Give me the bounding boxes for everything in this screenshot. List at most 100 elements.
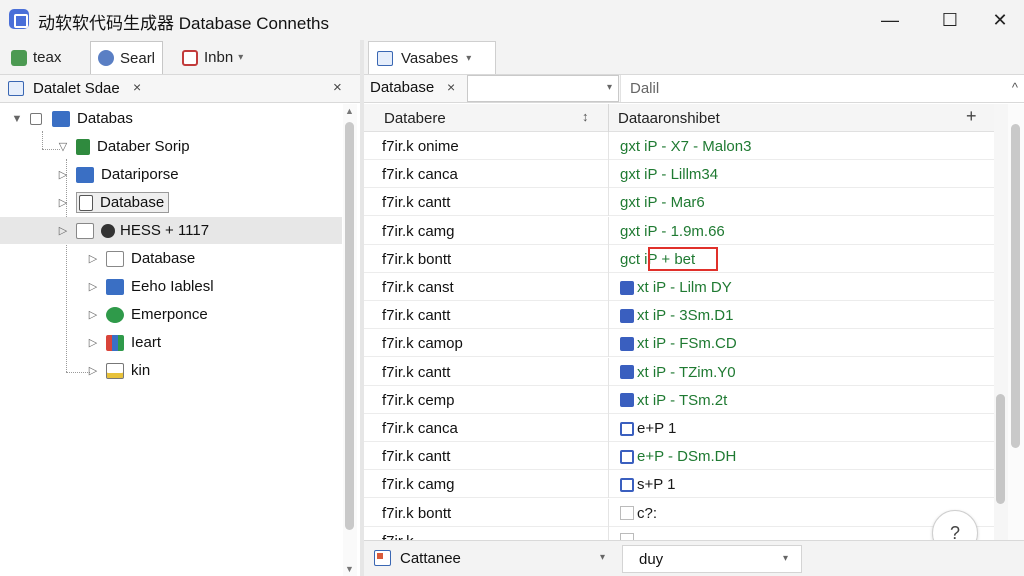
- table-row[interactable]: f7ir.k canst xt iP - Lilm DY: [364, 273, 994, 301]
- filter-icon: [76, 138, 90, 155]
- cell-name: f7ir.k cemp: [382, 391, 455, 409]
- filter-input[interactable]: Dalil ^: [620, 75, 1024, 102]
- outer-scrollbar[interactable]: [1008, 104, 1024, 540]
- collapse-icon[interactable]: ▼: [10, 113, 24, 125]
- tree-node-label: Eeho Iablesl: [131, 278, 214, 295]
- cell-value-text: e+P 1: [637, 420, 677, 437]
- toolbar-teax-button[interactable]: teax: [4, 41, 68, 74]
- collapse-icon[interactable]: ▽: [56, 140, 70, 153]
- tree-node-databas[interactable]: ▼ Databas: [10, 105, 133, 132]
- table-row[interactable]: f7ir.k camg s+P 1: [364, 470, 994, 499]
- table-row[interactable]: f7ir.k canca gxt iP - Lillm34: [364, 160, 994, 189]
- tree-node-kin[interactable]: ▷ kin: [86, 357, 150, 384]
- cell-value-text: xt iP - 3Sm.D1: [637, 307, 734, 325]
- note-icon: [106, 362, 124, 379]
- checkbox-icon[interactable]: [620, 421, 634, 436]
- filter-combobox[interactable]: ▾: [467, 75, 619, 102]
- cell-name: f7ir.k bontt: [382, 250, 452, 268]
- toolbar-inbn-button[interactable]: Inbn ▾: [175, 41, 250, 74]
- cell-value-text: xt iP - TZim.Y0: [637, 363, 736, 381]
- expand-icon[interactable]: ▷: [86, 336, 100, 349]
- checkbox-icon[interactable]: [620, 506, 634, 521]
- checkbox-icon[interactable]: [30, 112, 42, 125]
- checkbox-icon[interactable]: [620, 449, 634, 464]
- filter-database-label[interactable]: Database: [370, 79, 434, 96]
- table-row[interactable]: f7ir.k onime gxt iP - X7 - Malon3: [364, 132, 994, 160]
- table-row[interactable]: f7ir.k cantt xt iP - TZim.Y0: [364, 357, 994, 386]
- chevron-up-icon[interactable]: ^: [1012, 80, 1018, 95]
- cell-value: e+P - DSm.DH: [620, 448, 736, 465]
- scroll-up-icon[interactable]: ▲: [345, 106, 354, 116]
- table-row[interactable]: f7ir.k camop xt iP - FSm.CD: [364, 329, 994, 358]
- explorer-tab-close-icon[interactable]: ×: [133, 79, 141, 95]
- table-row[interactable]: f7ir.k cantt gxt iP - Mar6: [364, 188, 994, 217]
- panel-close-icon[interactable]: ×: [333, 79, 342, 96]
- maximize-button[interactable]: ☐: [930, 4, 970, 36]
- expand-icon[interactable]: ▷: [56, 196, 70, 209]
- cell-value: xt iP - 3Sm.D1: [620, 307, 733, 324]
- checkbox-icon[interactable]: [620, 477, 634, 492]
- bottom-combobox[interactable]: duy ▾: [622, 545, 802, 573]
- table-row[interactable]: f7ir.k cantt xt iP - 3Sm.D1: [364, 301, 994, 330]
- filter-input-value: Dalil: [630, 80, 660, 97]
- grid-scrollbar[interactable]: [994, 104, 1008, 540]
- tab-vasabes[interactable]: Vasabes ▾: [368, 41, 496, 74]
- table-row[interactable]: f7ir.k canca e+P 1: [364, 414, 994, 442]
- column-divider[interactable]: [608, 104, 609, 132]
- tree-node-ieart[interactable]: ▷ Ieart: [86, 329, 161, 356]
- grid-header: Databere ↕ Dataaronshibet +: [364, 104, 994, 132]
- sort-icon[interactable]: ↕: [582, 109, 589, 124]
- expand-icon[interactable]: ▷: [86, 252, 100, 265]
- toolbar-search-button[interactable]: Searl: [90, 41, 164, 74]
- bottom-connection-label[interactable]: Cattanee: [400, 550, 461, 567]
- cell-divider: [608, 526, 609, 540]
- filter-clear-icon[interactable]: ×: [447, 79, 455, 95]
- cell-value: e+P 1: [620, 420, 676, 437]
- cell-value-text: c?:: [637, 504, 658, 522]
- expand-icon[interactable]: ▷: [86, 308, 100, 321]
- cell-value-text: gxt iP - Lillm34: [620, 166, 719, 184]
- expand-icon[interactable]: ▷: [56, 224, 70, 237]
- cell-name: f7ir.k onime: [382, 138, 459, 155]
- expand-icon[interactable]: ▷: [56, 168, 70, 181]
- tree-node-emerponce[interactable]: ▷ Emerponce: [86, 301, 208, 328]
- scroll-down-icon[interactable]: ▼: [345, 564, 354, 574]
- chevron-down-icon[interactable]: ▾: [238, 52, 243, 63]
- tree-node-database-2[interactable]: ▷ Database: [86, 245, 195, 272]
- checkbox-icon[interactable]: [620, 532, 634, 540]
- table-row[interactable]: f7ir.k bontt c?:: [364, 498, 994, 527]
- tree-node-label: kin: [131, 362, 151, 379]
- column-header-databere[interactable]: Databere: [384, 110, 446, 127]
- table-row[interactable]: f7ir.k cemp xt iP - TSm.2t: [364, 385, 994, 414]
- chevron-down-icon[interactable]: ▾: [600, 552, 605, 563]
- chevron-down-icon[interactable]: ▾: [607, 82, 612, 93]
- tree-scrollbar-thumb[interactable]: [345, 122, 354, 530]
- cell-divider: [608, 329, 609, 358]
- tree-scrollbar[interactable]: ▲ ▼: [343, 104, 357, 576]
- expand-icon[interactable]: ▷: [86, 364, 100, 377]
- tree-node-label: Emerponce: [131, 306, 208, 323]
- cell-divider: [608, 301, 609, 330]
- minimize-button[interactable]: —: [870, 4, 910, 36]
- chevron-down-icon[interactable]: ▾: [466, 53, 471, 64]
- table-row[interactable]: f7ir.k: [364, 526, 994, 540]
- tree-node-database[interactable]: ▷ Database: [56, 189, 170, 216]
- explorer-tab-label[interactable]: Datalet Sdae: [33, 80, 120, 97]
- tree-node-databer-sorip[interactable]: ▽ Databer Sorip: [56, 133, 190, 160]
- tree-node-datariporse[interactable]: ▷ Datariporse: [56, 161, 179, 188]
- column-header-dataaronshibet[interactable]: Dataaronshibet: [618, 110, 720, 127]
- table-icon: [8, 81, 24, 96]
- chevron-down-icon[interactable]: ▾: [783, 553, 788, 564]
- outer-scrollbar-thumb[interactable]: [1011, 124, 1020, 448]
- close-button[interactable]: ✕: [980, 4, 1020, 36]
- grid-scrollbar-thumb[interactable]: [996, 394, 1005, 504]
- expand-icon[interactable]: ▷: [86, 280, 100, 293]
- cell-name: f7ir.k canca: [382, 166, 458, 184]
- table-row[interactable]: f7ir.k camg gxt iP - 1.9m.66: [364, 216, 994, 245]
- tree-node-eeho-iablesl[interactable]: ▷ Eeho Iablesl: [86, 273, 214, 300]
- add-column-icon[interactable]: +: [966, 106, 977, 127]
- cell-value: gxt iP - X7 - Malon3: [620, 138, 751, 155]
- table-row[interactable]: f7ir.k bontt gct iP + bet: [364, 244, 994, 273]
- tree-node-hess[interactable]: ▷ HESS + 1117: [0, 217, 342, 244]
- table-row[interactable]: f7ir.k cantt e+P - DSm.DH: [364, 442, 994, 471]
